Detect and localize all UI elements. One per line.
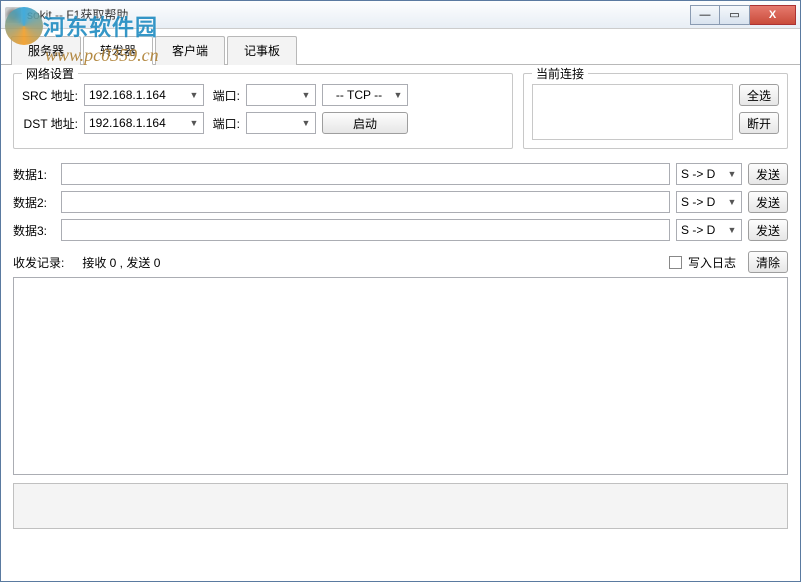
maximize-button[interactable]: ▭	[720, 5, 750, 25]
data-row-2: 数据2: S -> D ▼ 发送	[13, 191, 788, 213]
src-port-combo[interactable]: ▼	[246, 84, 316, 106]
data2-direction-combo[interactable]: S -> D ▼	[676, 191, 742, 213]
write-log-label: 写入日志	[688, 254, 736, 271]
titlebar: sokit -- F1获取帮助 — ▭ X	[1, 1, 800, 29]
tab-server[interactable]: 服务器	[11, 36, 81, 65]
tab-notepad[interactable]: 记事板	[227, 36, 297, 65]
write-log-checkbox[interactable]	[669, 256, 682, 269]
data1-label: 数据1:	[13, 166, 55, 183]
data1-direction-value: S -> D	[681, 167, 725, 181]
current-connections-group: 当前连接 全选 断开	[523, 73, 788, 149]
tab-forwarder[interactable]: 转发器	[83, 36, 153, 65]
data-rows: 数据1: S -> D ▼ 发送 数据2: S -> D ▼ 发送 数据3: S…	[13, 163, 788, 241]
dst-addr-combo[interactable]: 192.168.1.164 ▼	[84, 112, 204, 134]
minimize-button[interactable]: —	[690, 5, 720, 25]
window-title: sokit -- F1获取帮助	[27, 6, 690, 23]
close-button[interactable]: X	[750, 5, 796, 25]
log-header: 收发记录: 接收 0 , 发送 0 写入日志 清除	[13, 251, 788, 273]
app-icon	[5, 7, 21, 23]
disconnect-button[interactable]: 断开	[739, 112, 779, 134]
src-port-label: 端口:	[210, 87, 240, 104]
dst-addr-value: 192.168.1.164	[89, 116, 187, 130]
chevron-down-icon: ▼	[187, 90, 201, 100]
log-header-label: 收发记录:	[13, 254, 64, 271]
data2-send-button[interactable]: 发送	[748, 191, 788, 213]
data1-input[interactable]	[61, 163, 670, 185]
data3-direction-combo[interactable]: S -> D ▼	[676, 219, 742, 241]
chevron-down-icon: ▼	[725, 197, 739, 207]
dst-port-label: 端口:	[210, 115, 240, 132]
chevron-down-icon: ▼	[299, 118, 313, 128]
protocol-combo[interactable]: -- TCP -- ▼	[322, 84, 408, 106]
data3-input[interactable]	[61, 219, 670, 241]
connection-list[interactable]	[532, 84, 733, 140]
chevron-down-icon: ▼	[725, 169, 739, 179]
log-stats: 接收 0 , 发送 0	[82, 254, 160, 271]
current-connections-legend: 当前连接	[532, 65, 588, 82]
chevron-down-icon: ▼	[391, 90, 405, 100]
window-buttons: — ▭ X	[690, 5, 796, 25]
tab-client[interactable]: 客户端	[155, 36, 225, 65]
tab-bar: 服务器 转发器 客户端 记事板	[1, 29, 800, 65]
start-button[interactable]: 启动	[322, 112, 408, 134]
data1-send-button[interactable]: 发送	[748, 163, 788, 185]
src-addr-combo[interactable]: 192.168.1.164 ▼	[84, 84, 204, 106]
dst-port-combo[interactable]: ▼	[246, 112, 316, 134]
data2-input[interactable]	[61, 191, 670, 213]
data3-direction-value: S -> D	[681, 223, 725, 237]
clear-button[interactable]: 清除	[748, 251, 788, 273]
network-settings-legend: 网络设置	[22, 65, 78, 82]
dst-addr-label: DST 地址:	[22, 115, 78, 132]
chevron-down-icon: ▼	[187, 118, 201, 128]
protocol-value: -- TCP --	[327, 88, 391, 102]
chevron-down-icon: ▼	[725, 225, 739, 235]
status-area	[13, 483, 788, 529]
src-addr-label: SRC 地址:	[22, 87, 78, 104]
src-addr-value: 192.168.1.164	[89, 88, 187, 102]
log-textarea[interactable]	[13, 277, 788, 475]
data1-direction-combo[interactable]: S -> D ▼	[676, 163, 742, 185]
data2-label: 数据2:	[13, 194, 55, 211]
select-all-button[interactable]: 全选	[739, 84, 779, 106]
network-settings-group: 网络设置 SRC 地址: 192.168.1.164 ▼ 端口: ▼ -- TC…	[13, 73, 513, 149]
data-row-1: 数据1: S -> D ▼ 发送	[13, 163, 788, 185]
data3-send-button[interactable]: 发送	[748, 219, 788, 241]
chevron-down-icon: ▼	[299, 90, 313, 100]
content-area: 网络设置 SRC 地址: 192.168.1.164 ▼ 端口: ▼ -- TC…	[1, 65, 800, 537]
data-row-3: 数据3: S -> D ▼ 发送	[13, 219, 788, 241]
data3-label: 数据3:	[13, 222, 55, 239]
data2-direction-value: S -> D	[681, 195, 725, 209]
